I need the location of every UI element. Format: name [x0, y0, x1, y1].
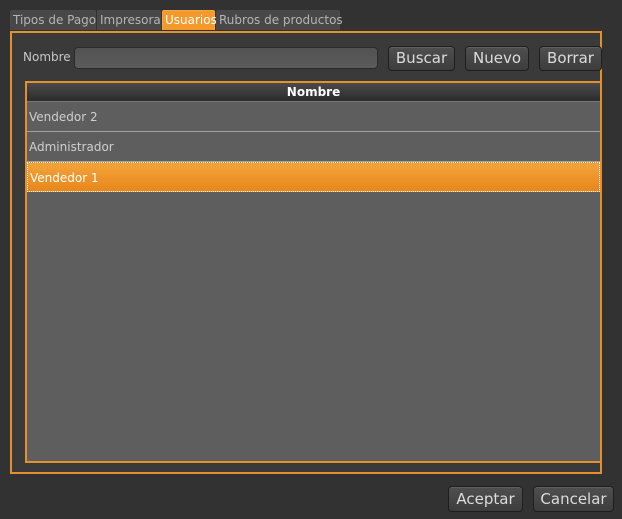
tab-tipos-de-pago[interactable]: Tipos de Pago [10, 10, 96, 30]
usuarios-panel: Nombre Buscar Nuevo Borrar Nombre Vended… [10, 31, 602, 474]
column-header-nombre[interactable]: Nombre [27, 83, 600, 102]
tab-impresora[interactable]: Impresora [97, 10, 161, 30]
nombre-label: Nombre [23, 50, 71, 64]
nuevo-button[interactable]: Nuevo [465, 46, 529, 71]
buscar-button[interactable]: Buscar [388, 46, 455, 71]
table-row[interactable]: Administrador [27, 132, 600, 162]
table-row-selected[interactable]: Vendedor 1 [27, 162, 600, 192]
table-row[interactable]: Vendedor 2 [27, 102, 600, 132]
borrar-button[interactable]: Borrar [539, 46, 602, 71]
tab-usuarios[interactable]: Usuarios [162, 10, 217, 30]
nombre-search-input[interactable] [74, 47, 378, 69]
aceptar-button[interactable]: Aceptar [448, 486, 523, 512]
usuarios-table: Nombre Vendedor 2 Administrador Vendedor… [25, 81, 602, 463]
cancelar-button[interactable]: Cancelar [533, 486, 614, 512]
tab-rubros-de-productos[interactable]: Rubros de productos [216, 10, 343, 30]
